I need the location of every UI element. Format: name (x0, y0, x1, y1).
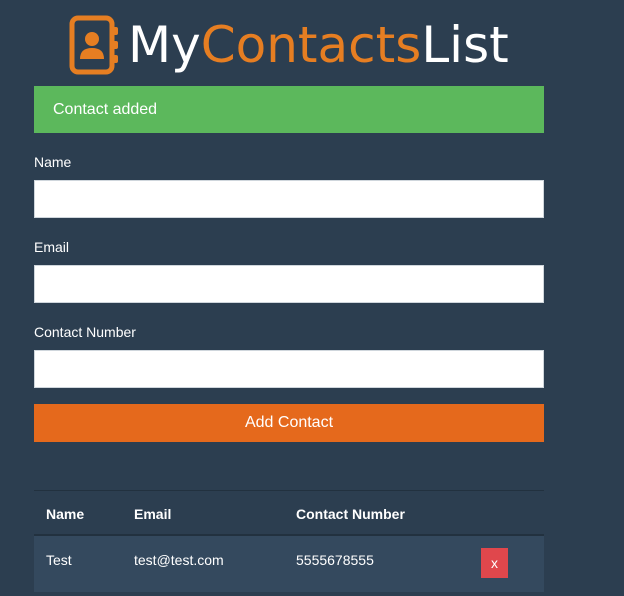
app-title: MyContactsList (128, 12, 509, 78)
success-alert: Contact added (34, 86, 544, 133)
title-list: List (421, 16, 509, 74)
table-row: Test test@test.com 5555678555 x (34, 536, 544, 592)
add-contact-button[interactable]: Add Contact (34, 404, 544, 442)
name-label: Name (34, 154, 72, 170)
name-input[interactable] (34, 180, 544, 218)
app-page: MyContactsList Contact added Name Email … (0, 0, 624, 596)
column-header-email: Email (134, 506, 172, 522)
email-input[interactable] (34, 265, 544, 303)
delete-contact-button[interactable]: x (481, 548, 508, 578)
contact-number-label: Contact Number (34, 324, 136, 340)
app-logo: MyContactsList (68, 12, 509, 78)
title-my: My (128, 16, 201, 74)
email-label: Email (34, 239, 70, 255)
contact-number-cell: 5555678555 (296, 552, 374, 568)
column-header-name: Name (46, 506, 85, 522)
contact-name-cell: Test (46, 552, 72, 568)
contacts-table: Name Email Contact Number Test test@test… (34, 490, 544, 592)
column-header-contact-number: Contact Number (296, 506, 405, 522)
table-header: Name Email Contact Number (34, 490, 544, 536)
contact-book-icon (69, 15, 118, 75)
contact-email-cell: test@test.com (134, 552, 224, 568)
contact-number-input[interactable] (34, 350, 544, 388)
title-contacts: Contacts (200, 16, 422, 74)
